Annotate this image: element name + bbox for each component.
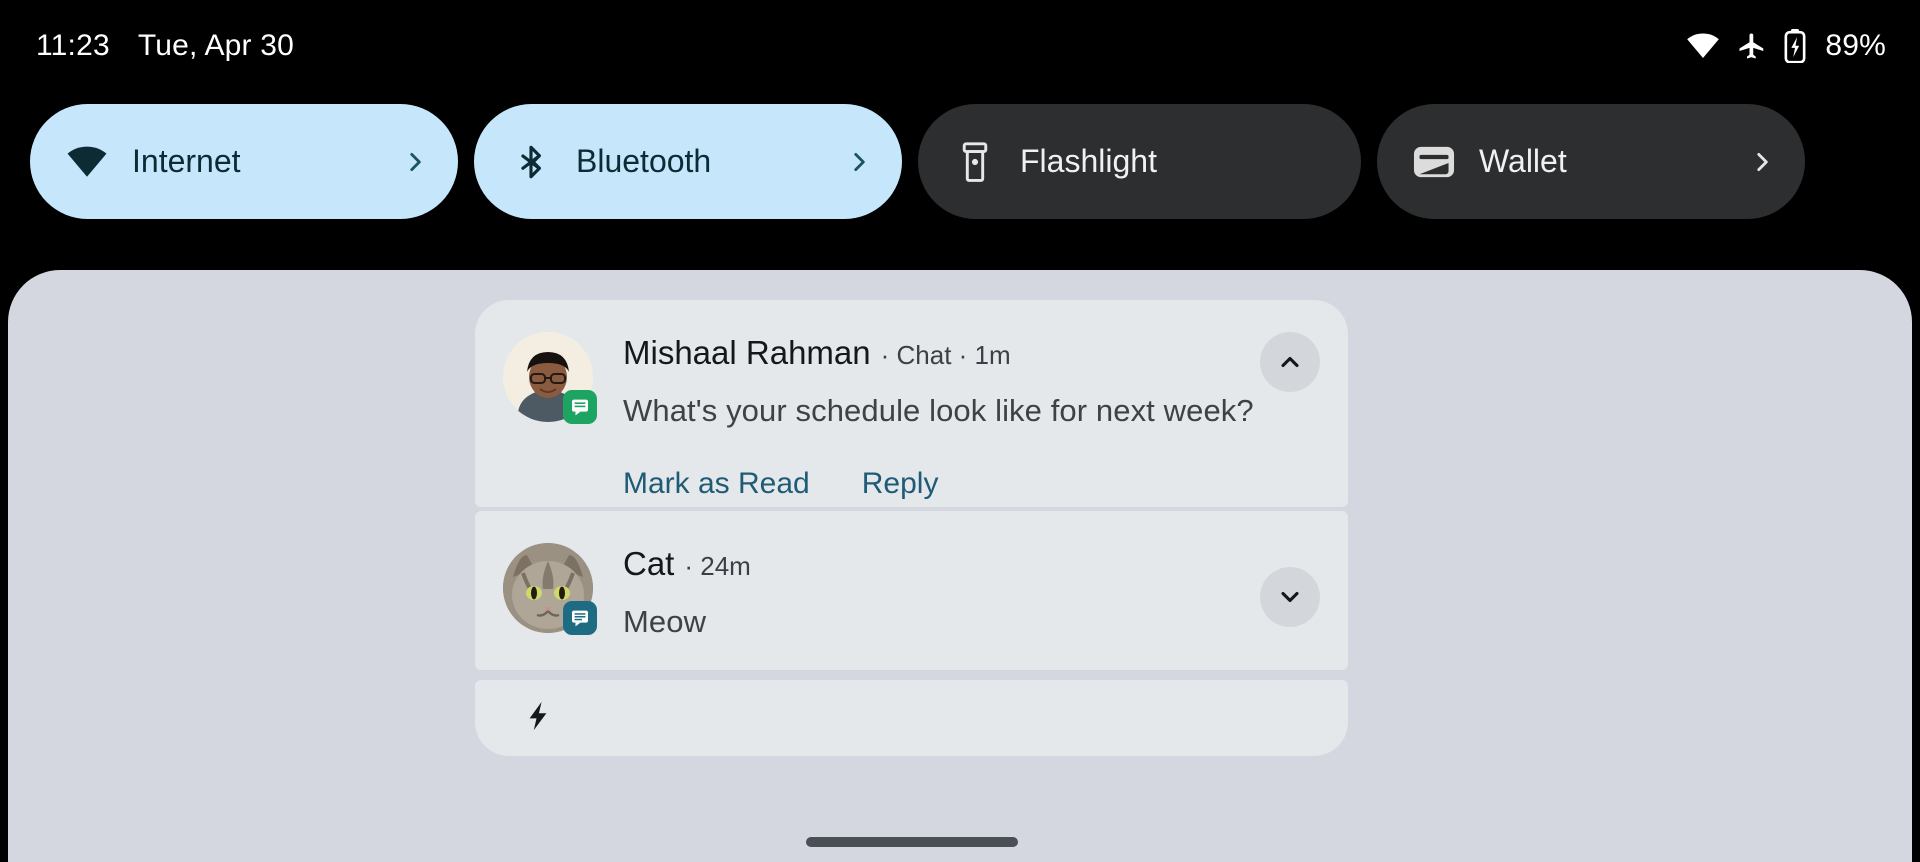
- qs-tile-label: Internet: [132, 143, 376, 180]
- status-bar: 11:23 Tue, Apr 30 89%: [0, 0, 1920, 92]
- notification-item-cat[interactable]: Cat · 24m Meow: [475, 511, 1348, 670]
- status-bar-left: 11:23 Tue, Apr 30: [36, 29, 294, 63]
- android-notification-shade: 11:23 Tue, Apr 30 89%: [0, 0, 1920, 862]
- notification-header: Cat · 24m: [623, 545, 1320, 583]
- qs-tile-label: Bluetooth: [576, 143, 820, 180]
- notification-actions: Mark as Read Reply: [623, 467, 1320, 507]
- battery-percent-label: 89%: [1825, 29, 1886, 63]
- qs-tile-label: Wallet: [1479, 143, 1723, 180]
- expand-notification-button[interactable]: [1260, 567, 1320, 627]
- home-indicator[interactable]: [806, 837, 1018, 847]
- notification-item-mishaal[interactable]: Mishaal Rahman · Chat · 1m What's your s…: [475, 300, 1348, 507]
- qs-tile-internet[interactable]: Internet: [30, 104, 458, 219]
- wifi-icon: [1686, 33, 1720, 59]
- bluetooth-icon: [508, 142, 554, 182]
- status-clock: 11:23: [36, 29, 110, 63]
- qs-tile-wallet[interactable]: Wallet: [1377, 104, 1805, 219]
- status-bar-right: 89%: [1686, 29, 1886, 63]
- chevron-right-icon[interactable]: [820, 149, 872, 175]
- notification-list: Mishaal Rahman · Chat · 1m What's your s…: [475, 300, 1348, 756]
- chevron-right-icon[interactable]: [376, 149, 428, 175]
- lightning-bolt-icon: [525, 701, 551, 736]
- flashlight-icon: [952, 142, 998, 182]
- chevron-up-icon: [1276, 348, 1304, 376]
- notification-message: What's your schedule look like for next …: [623, 393, 1320, 429]
- chevron-down-icon: [1276, 583, 1304, 611]
- notification-meta: · Chat · 1m: [881, 340, 1011, 371]
- message-icon: [563, 601, 597, 635]
- notification-content: Mishaal Rahman · Chat · 1m What's your s…: [475, 300, 1348, 507]
- qs-tile-flashlight[interactable]: Flashlight: [918, 104, 1361, 219]
- notification-body: Mishaal Rahman · Chat · 1m What's your s…: [623, 332, 1320, 507]
- reply-button[interactable]: Reply: [862, 467, 939, 501]
- chevron-right-icon[interactable]: [1723, 149, 1775, 175]
- notification-item-collapsed[interactable]: [475, 680, 1348, 756]
- wallet-icon: [1411, 145, 1457, 179]
- qs-tile-label: Flashlight: [1020, 143, 1331, 180]
- notification-header: Mishaal Rahman · Chat · 1m: [623, 334, 1320, 372]
- notification-sender: Mishaal Rahman: [623, 334, 871, 372]
- notification-message: Meow: [623, 604, 1320, 640]
- qs-tile-bluetooth[interactable]: Bluetooth: [474, 104, 902, 219]
- chat-bubble-icon: [563, 390, 597, 424]
- wifi-icon: [64, 146, 110, 178]
- notification-body: Cat · 24m Meow: [623, 543, 1320, 640]
- battery-charging-icon: [1784, 29, 1806, 63]
- avatar-wrap: [503, 543, 593, 633]
- quick-settings-tiles: Internet Bluetooth Flashlight: [30, 104, 1892, 219]
- airplane-mode-icon: [1737, 31, 1767, 61]
- mark-as-read-button[interactable]: Mark as Read: [623, 467, 810, 501]
- notification-sender: Cat: [623, 545, 674, 583]
- notification-meta: · 24m: [684, 551, 750, 582]
- notification-content: Cat · 24m Meow: [475, 511, 1348, 670]
- status-date: Tue, Apr 30: [138, 29, 294, 63]
- collapse-notification-button[interactable]: [1260, 332, 1320, 392]
- avatar-wrap: [503, 332, 593, 422]
